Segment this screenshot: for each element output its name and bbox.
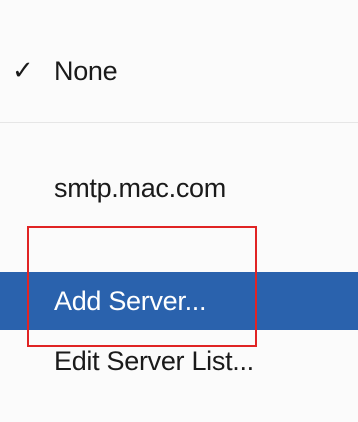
menu-item-smtp-mac-com[interactable]: smtp.mac.com <box>0 158 358 218</box>
menu-item-label: None <box>54 55 118 86</box>
smtp-server-menu: ✓ None smtp.mac.com Add Server... Edit S… <box>0 0 358 422</box>
menu-item-label: Add Server... <box>54 285 207 316</box>
menu-item-add-server[interactable]: Add Server... <box>0 272 358 330</box>
menu-item-label: Edit Server List... <box>54 345 254 376</box>
checkmark-icon: ✓ <box>12 56 34 86</box>
menu-separator <box>0 122 358 123</box>
menu-item-edit-server-list[interactable]: Edit Server List... <box>0 330 358 392</box>
menu-item-none[interactable]: ✓ None <box>0 40 358 102</box>
menu-item-label: smtp.mac.com <box>54 172 226 203</box>
